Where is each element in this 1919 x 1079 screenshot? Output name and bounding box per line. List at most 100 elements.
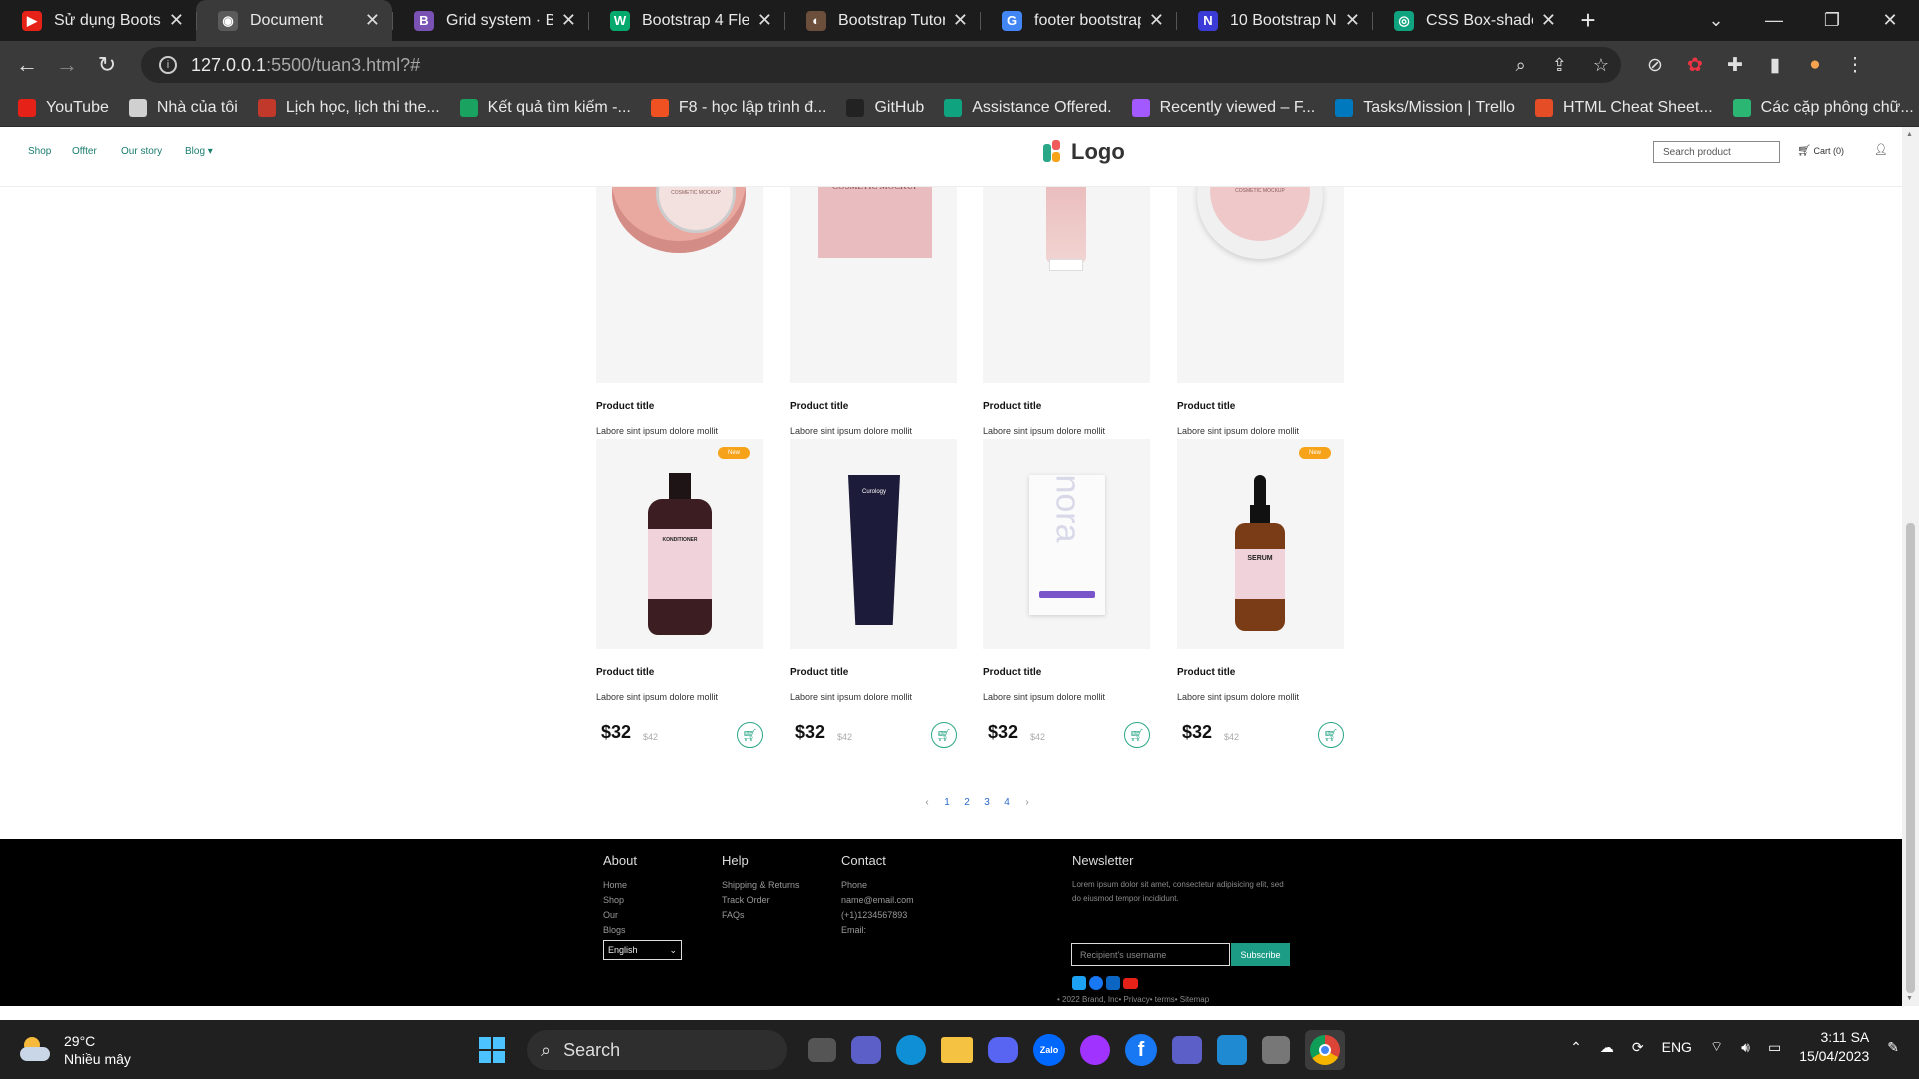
page-scrollbar[interactable]: ▲ ▼ [1902, 127, 1919, 1006]
youtube-icon[interactable] [1123, 978, 1138, 989]
bookmark-item[interactable]: Recently viewed – F... [1131, 98, 1315, 117]
wifi-icon[interactable]: ⌔ [1710, 1038, 1723, 1056]
linkedin-icon[interactable] [1106, 976, 1120, 990]
footer-link-track-order[interactable]: Track Order [722, 893, 800, 908]
product-title[interactable]: Product title [983, 667, 1041, 678]
product-title[interactable]: Product title [596, 667, 654, 678]
bookmark-item[interactable]: Các cặp phông chữ... [1732, 98, 1914, 117]
minimize-button[interactable]: — [1745, 0, 1803, 41]
product-card[interactable]: COSMETIC MOCKUP Product title Labore sint … [1177, 173, 1344, 482]
browser-tab[interactable]: Gfooter bootstrap · ✕ [980, 0, 1176, 41]
product-card[interactable]: SERUM New Product title Labore sint ipsum d… [1177, 439, 1344, 748]
input-language[interactable]: ENG [1662, 1039, 1692, 1055]
nav-offter[interactable]: Offter [72, 146, 97, 157]
footer-link-shop[interactable]: Shop [603, 893, 637, 908]
newsletter-email-input[interactable]: Recipient's username [1071, 943, 1230, 966]
pagination-prev[interactable]: ‹ [917, 797, 937, 808]
bookmark-item[interactable]: Lịch học, lịch thi the... [257, 98, 440, 117]
teams-icon[interactable] [1172, 1036, 1202, 1064]
browser-tab[interactable]: ◎ CSS Box-shadow. ✕ [1372, 0, 1568, 41]
nav-our-story[interactable]: Our story [121, 146, 162, 157]
footer-link-shipping[interactable]: Shipping & Returns [722, 878, 800, 893]
compass-extension-icon[interactable]: ⊘ [1635, 47, 1675, 83]
product-card[interactable]: Curology Product title Labore sint ipsum d… [790, 439, 957, 748]
bookmark-item[interactable]: YouTube [18, 98, 109, 117]
menu-kebab-icon[interactable]: ⋮ [1835, 47, 1875, 83]
product-image[interactable]: nora [983, 439, 1150, 649]
onedrive-icon[interactable]: ☁ [1600, 1039, 1614, 1056]
profile-avatar[interactable]: ● [1795, 47, 1835, 83]
product-image[interactable]: KONDITIONER New [596, 439, 763, 649]
scrollbar-thumb[interactable] [1906, 523, 1915, 993]
product-image[interactable]: Curology [790, 439, 957, 649]
site-logo[interactable]: Logo [1043, 139, 1125, 165]
bookmark-item[interactable]: HTML Cheat Sheet... [1534, 98, 1713, 117]
close-window-button[interactable]: ✕ [1861, 0, 1919, 41]
edge-browser-icon[interactable] [896, 1035, 926, 1065]
share-icon[interactable]: ⇪ [1552, 55, 1567, 76]
bookmark-item[interactable]: F8 - học lập trình đ... [650, 98, 826, 117]
pagination-page[interactable]: 2 [957, 797, 977, 808]
pagination-page[interactable]: 1 [937, 797, 957, 808]
product-image[interactable]: COSMETIC MOCKUP [983, 173, 1150, 383]
product-image[interactable]: COSMETIC MOCKUP [1177, 173, 1344, 383]
pagination-page[interactable]: 4 [997, 797, 1017, 808]
bookmark-item[interactable]: Tasks/Mission | Trello [1335, 98, 1515, 117]
browser-tab[interactable]: W Bootstrap 4 Flex ✕ [588, 0, 784, 41]
sync-icon[interactable]: ⟳ [1632, 1039, 1644, 1056]
new-tab-button[interactable]: + [1568, 0, 1608, 41]
tab-close-icon[interactable]: ✕ [953, 10, 968, 31]
tab-close-icon[interactable]: ✕ [365, 10, 380, 31]
browser-tab[interactable]: ▶ Sử dụng Bootstrap ✕ [0, 0, 196, 41]
product-card[interactable]: KONDITIONER New Product title Labore sint i… [596, 439, 763, 748]
vscode-icon[interactable] [1217, 1035, 1247, 1065]
add-to-cart-button[interactable]: 🛒︎ [1318, 722, 1344, 748]
scroll-up-arrow-icon[interactable]: ▲ [1906, 131, 1913, 138]
meet-icon[interactable] [851, 1036, 881, 1064]
bookmark-star-icon[interactable]: ☆ [1593, 55, 1609, 76]
clock[interactable]: 3:11 SA 15/04/2023 [1799, 1028, 1869, 1066]
puzzle-extensions-icon[interactable]: ✚ [1715, 47, 1755, 83]
tab-close-icon[interactable]: ✕ [757, 10, 772, 31]
zoom-icon[interactable]: ⌕ [1516, 55, 1526, 76]
scroll-down-arrow-icon[interactable]: ▼ [1906, 995, 1913, 1002]
product-card[interactable]: COSMETIC MOCKUP Product title Labore sint … [983, 173, 1150, 482]
tab-close-icon[interactable]: ✕ [561, 10, 576, 31]
footer-link-faqs[interactable]: FAQs [722, 908, 800, 923]
nav-blog-dropdown[interactable]: Blog ▾ [185, 146, 213, 157]
browser-tab[interactable]: ◉ Document ✕ [196, 0, 392, 41]
bookmark-item[interactable]: Assistance Offered. [944, 98, 1112, 117]
twitter-icon[interactable] [1072, 976, 1086, 990]
tab-close-icon[interactable]: ✕ [1149, 10, 1164, 31]
product-title[interactable]: Product title [1177, 667, 1235, 678]
product-image[interactable]: COSMETIC MOCKUP [790, 173, 957, 383]
snipping-tool-icon[interactable] [1262, 1036, 1290, 1064]
browser-tab[interactable]: ◐ Bootstrap Tutoria ✕ [784, 0, 980, 41]
product-title[interactable]: Product title [790, 401, 848, 412]
back-button[interactable]: ← [7, 45, 47, 85]
browser-tab[interactable]: B Grid system · Boo ✕ [392, 0, 588, 41]
add-to-cart-button[interactable]: 🛒︎ [1124, 722, 1150, 748]
task-view-icon[interactable] [808, 1038, 836, 1062]
windows-start-icon[interactable] [472, 1030, 512, 1070]
color-extension-icon[interactable]: ✿ [1675, 47, 1715, 83]
language-select[interactable]: English ⌄ [603, 940, 682, 960]
tab-close-icon[interactable]: ✕ [169, 10, 184, 31]
facebook-app-icon[interactable]: f [1125, 1034, 1157, 1066]
product-title[interactable]: Product title [983, 401, 1041, 412]
product-card[interactable]: nora Product title Labore sint ipsum dolor… [983, 439, 1150, 748]
zalo-icon[interactable]: Zalo [1033, 1034, 1065, 1066]
bookmark-item[interactable]: Nhà của tôi [128, 98, 238, 117]
product-card[interactable]: COSMETIC MOCKUP Product title Labore sint … [790, 173, 957, 482]
facebook-icon[interactable] [1089, 976, 1103, 990]
footer-link-our[interactable]: Our [603, 908, 637, 923]
volume-icon[interactable]: 🔊︎ [1741, 1039, 1750, 1056]
product-title[interactable]: Product title [790, 667, 848, 678]
product-image[interactable]: COSMETIC MOCKUP [596, 173, 763, 383]
restore-button[interactable]: ❐ [1803, 0, 1861, 41]
url-field[interactable]: i 127.0.0.1:5500/tuan3.html?# ⌕ ⇪ ☆ [141, 47, 1621, 83]
subscribe-button[interactable]: Subscribe [1231, 943, 1290, 966]
tab-close-icon[interactable]: ✕ [1345, 10, 1360, 31]
site-info-icon[interactable]: i [159, 56, 177, 74]
footer-link-home[interactable]: Home [603, 878, 637, 893]
